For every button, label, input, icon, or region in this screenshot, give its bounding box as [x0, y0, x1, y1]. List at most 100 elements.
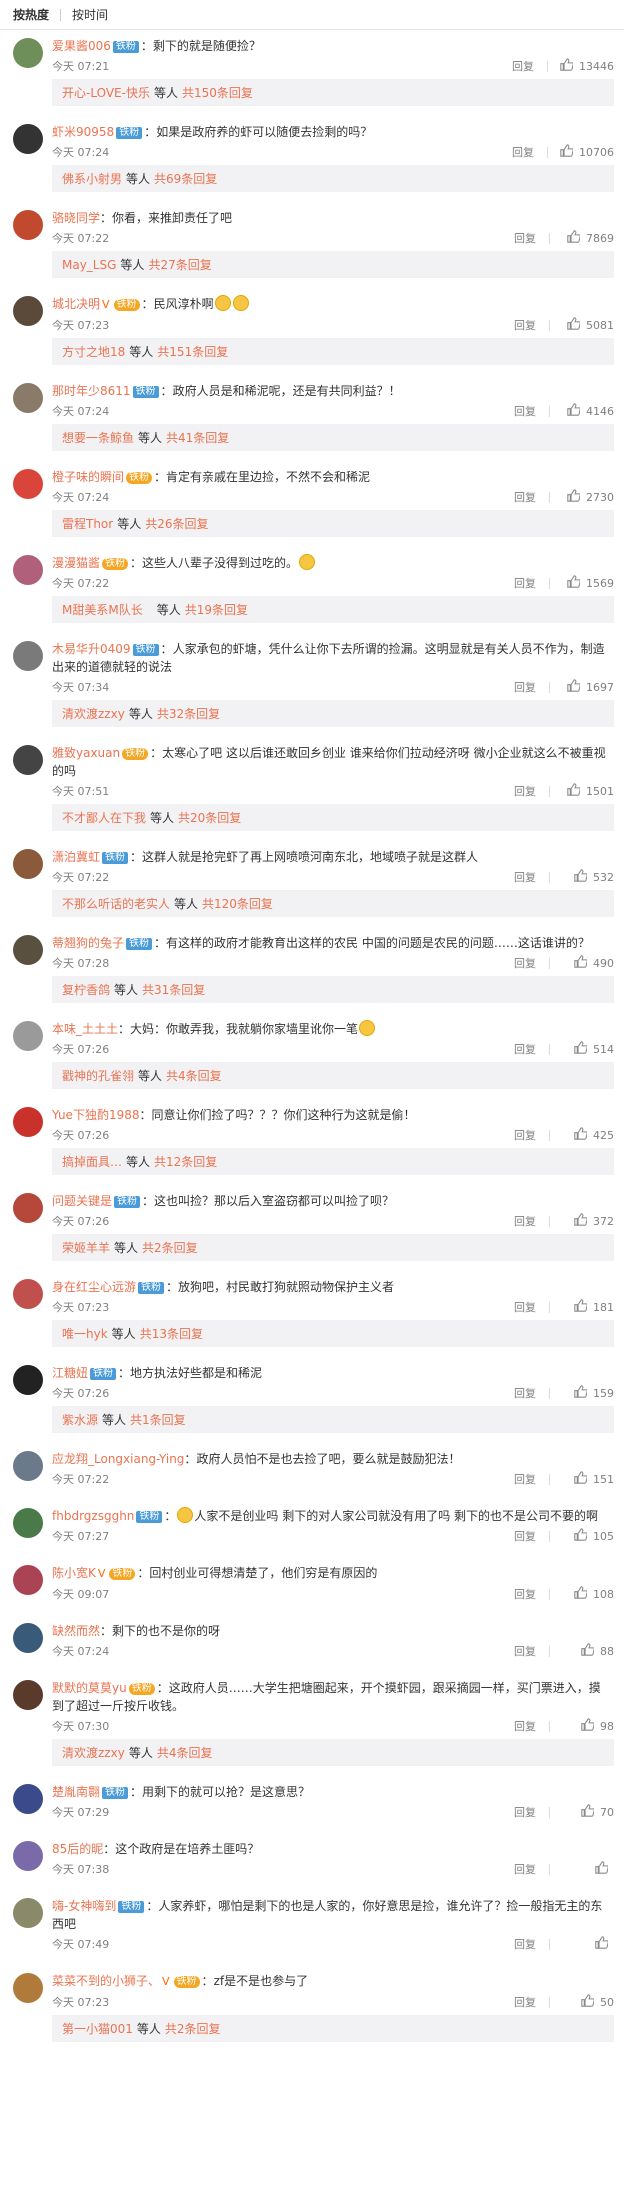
- username[interactable]: 身在红尘心远游: [52, 1280, 136, 1294]
- reply-button[interactable]: 回复: [512, 60, 548, 72]
- username[interactable]: 缺然而然: [52, 1624, 100, 1638]
- reply-summary[interactable]: 方寸之地18 等人 共151条回复: [52, 338, 614, 365]
- reply-button[interactable]: 回复: [514, 577, 550, 589]
- reply-count-link[interactable]: 共2条回复: [165, 2020, 221, 2037]
- username[interactable]: 木易华升0409: [52, 642, 131, 656]
- username[interactable]: 楚胤南翾: [52, 1785, 100, 1799]
- reply-count-link[interactable]: 共69条回复: [154, 170, 217, 187]
- reply-button[interactable]: 回复: [514, 1043, 550, 1055]
- reply-count-link[interactable]: 共150条回复: [182, 84, 253, 101]
- reply-username[interactable]: 唯一hyk: [62, 1325, 108, 1342]
- reply-button[interactable]: 回复: [514, 785, 550, 797]
- username[interactable]: 85后的昵: [52, 1842, 103, 1856]
- reply-button[interactable]: 回复: [514, 1720, 550, 1732]
- username[interactable]: 雅致yaxuan: [52, 746, 120, 760]
- reply-button[interactable]: 回复: [514, 1588, 550, 1600]
- like-button[interactable]: 108: [562, 1586, 614, 1602]
- username[interactable]: 城北决明: [52, 297, 100, 311]
- like-button[interactable]: 151: [562, 1471, 614, 1487]
- avatar[interactable]: [13, 1508, 43, 1538]
- like-button[interactable]: 490: [562, 955, 614, 971]
- reply-count-link[interactable]: 共1条回复: [130, 1411, 186, 1428]
- username[interactable]: 嗨-女神嗨到: [52, 1899, 116, 1913]
- reply-summary[interactable]: 想要一条鲸鱼 等人 共41条回复: [52, 424, 614, 451]
- avatar[interactable]: [13, 469, 43, 499]
- avatar[interactable]: [13, 1021, 43, 1051]
- avatar[interactable]: [13, 124, 43, 154]
- username[interactable]: 本味_土土土: [52, 1022, 118, 1036]
- username[interactable]: 蒂翘狗的兔子: [52, 936, 124, 950]
- reply-username[interactable]: 戳神的孔雀翎: [62, 1067, 134, 1084]
- reply-button[interactable]: 回复: [514, 232, 550, 244]
- like-button[interactable]: 181: [562, 1299, 614, 1315]
- avatar[interactable]: [13, 383, 43, 413]
- reply-button[interactable]: 回复: [512, 146, 548, 158]
- reply-username[interactable]: M甜美系M队长: [62, 601, 143, 618]
- like-button[interactable]: 425: [562, 1127, 614, 1143]
- reply-username[interactable]: 搞掉面具…: [62, 1153, 122, 1170]
- like-button[interactable]: 10706: [560, 144, 614, 160]
- username[interactable]: 橙子味的瞬间: [52, 470, 124, 484]
- avatar[interactable]: [13, 1193, 43, 1223]
- avatar[interactable]: [13, 296, 43, 326]
- reply-count-link[interactable]: 共31条回复: [142, 981, 205, 998]
- reply-username[interactable]: 开心-LOVE-快乐: [62, 84, 150, 101]
- avatar[interactable]: [13, 1898, 43, 1928]
- avatar[interactable]: [13, 1680, 43, 1710]
- avatar[interactable]: [13, 849, 43, 879]
- avatar[interactable]: [13, 38, 43, 68]
- reply-count-link[interactable]: 共120条回复: [202, 895, 273, 912]
- avatar[interactable]: [13, 1107, 43, 1137]
- like-button[interactable]: [562, 1861, 614, 1877]
- reply-count-link[interactable]: 共13条回复: [140, 1325, 203, 1342]
- reply-button[interactable]: 回复: [514, 1301, 550, 1313]
- reply-username[interactable]: 复柠香鸽: [62, 981, 110, 998]
- reply-button[interactable]: 回复: [514, 491, 550, 503]
- reply-username[interactable]: 不才鄙人在下我: [62, 809, 146, 826]
- avatar[interactable]: [13, 1623, 43, 1653]
- like-button[interactable]: 514: [562, 1041, 614, 1057]
- tab-sort-by-hot[interactable]: 按热度: [13, 8, 62, 21]
- reply-username[interactable]: 佛系小射男: [62, 170, 122, 187]
- reply-summary[interactable]: 开心-LOVE-快乐 等人 共150条回复: [52, 79, 614, 106]
- reply-button[interactable]: 回复: [514, 871, 550, 883]
- avatar[interactable]: [13, 1451, 43, 1481]
- reply-button[interactable]: 回复: [514, 319, 550, 331]
- reply-summary[interactable]: M甜美系M队长 等人 共19条回复: [52, 596, 614, 623]
- reply-username[interactable]: 想要一条鲸鱼: [62, 429, 134, 446]
- reply-username[interactable]: 荣姬羊羊: [62, 1239, 110, 1256]
- avatar[interactable]: [13, 210, 43, 240]
- reply-count-link[interactable]: 共4条回复: [166, 1067, 222, 1084]
- reply-button[interactable]: 回复: [514, 1996, 550, 2008]
- avatar[interactable]: [13, 1841, 43, 1871]
- reply-summary[interactable]: 紫水源 等人 共1条回复: [52, 1406, 614, 1433]
- reply-button[interactable]: 回复: [514, 1129, 550, 1141]
- reply-summary[interactable]: 复柠香鸽 等人 共31条回复: [52, 976, 614, 1003]
- reply-username[interactable]: May_LSG: [62, 258, 116, 272]
- reply-username[interactable]: 清欢渡zzxy: [62, 705, 125, 722]
- reply-username[interactable]: 雷程Thor: [62, 515, 113, 532]
- username[interactable]: 陈小宽K: [52, 1566, 96, 1580]
- reply-summary[interactable]: 荣姬羊羊 等人 共2条回复: [52, 1234, 614, 1261]
- reply-button[interactable]: 回复: [514, 1215, 550, 1227]
- like-button[interactable]: 372: [562, 1213, 614, 1229]
- username[interactable]: 问题关键是: [52, 1194, 112, 1208]
- reply-button[interactable]: 回复: [514, 1645, 550, 1657]
- username[interactable]: 菜菜不到的小狮子、: [52, 1974, 160, 1988]
- like-button[interactable]: 159: [562, 1385, 614, 1401]
- reply-button[interactable]: 回复: [514, 1473, 550, 1485]
- reply-summary[interactable]: 雷程Thor 等人 共26条回复: [52, 510, 614, 537]
- like-button[interactable]: 1569: [562, 575, 614, 591]
- reply-summary[interactable]: 戳神的孔雀翎 等人 共4条回复: [52, 1062, 614, 1089]
- username[interactable]: 江糖妞: [52, 1366, 88, 1380]
- reply-summary[interactable]: 清欢渡zzxy 等人 共32条回复: [52, 700, 614, 727]
- reply-username[interactable]: 不那么听话的老实人: [62, 895, 170, 912]
- reply-username[interactable]: 紫水源: [62, 1411, 98, 1428]
- reply-count-link[interactable]: 共12条回复: [154, 1153, 217, 1170]
- avatar[interactable]: [13, 1973, 43, 2003]
- like-button[interactable]: 105: [562, 1528, 614, 1544]
- reply-count-link[interactable]: 共20条回复: [178, 809, 241, 826]
- reply-summary[interactable]: 唯一hyk 等人 共13条回复: [52, 1320, 614, 1347]
- reply-username[interactable]: 第一小猫001: [62, 2020, 133, 2037]
- username[interactable]: Yue下独酌1988: [52, 1108, 139, 1122]
